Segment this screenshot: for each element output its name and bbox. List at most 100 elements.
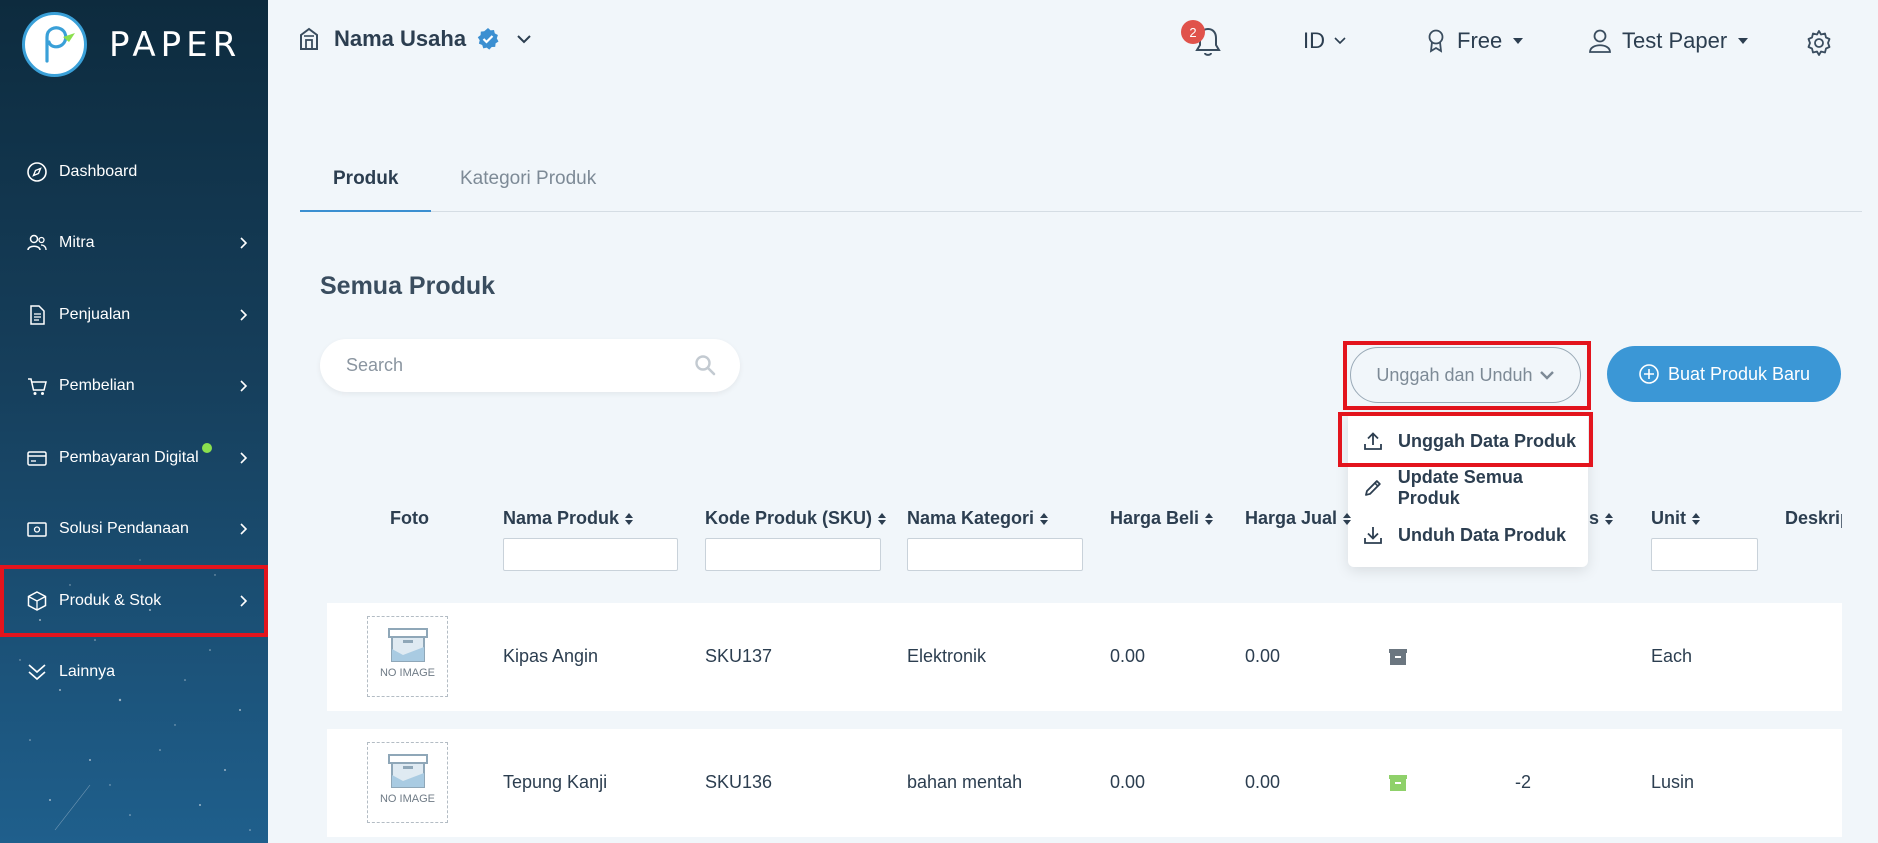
- sidebar-item-lainnya[interactable]: Lainnya: [0, 637, 268, 709]
- plus-circle-icon: [1639, 364, 1659, 384]
- no-image-placeholder: NO IMAGE: [367, 742, 448, 823]
- double-chevron-down-icon: [25, 660, 49, 684]
- top-header: Nama Usaha 2 ID Free Test Paper: [268, 0, 1878, 86]
- paper-logo-icon: [22, 12, 87, 77]
- column-header-harga-beli[interactable]: Harga Beli: [1110, 508, 1214, 529]
- filter-nama-produk[interactable]: [503, 538, 678, 571]
- cell-buy-price: 0.00: [1110, 646, 1146, 666]
- sidebar-item-dashboard[interactable]: Dashboard: [0, 136, 268, 208]
- cell-stock: -2: [1515, 772, 1532, 792]
- sidebar-item-pembayaran-digital[interactable]: Pembayaran Digital: [0, 422, 268, 494]
- create-product-label: Buat Produk Baru: [1667, 363, 1811, 384]
- column-header-nama-produk[interactable]: Nama Produk: [503, 508, 634, 529]
- sidebar-item-solusi-pendanaan[interactable]: Solusi Pendanaan: [0, 494, 268, 566]
- cart-icon: [25, 374, 49, 398]
- notification-button[interactable]: 2: [1181, 20, 1223, 63]
- sidebar-item-mitra[interactable]: Mitra: [0, 208, 268, 280]
- column-header-kode-produk[interactable]: Kode Produk (SKU): [705, 508, 887, 529]
- sort-icon: [1605, 512, 1614, 525]
- menu-item-download[interactable]: Unduh Data Produk: [1362, 520, 1566, 550]
- sort-icon: [878, 512, 887, 525]
- caret-down-icon: [1738, 38, 1749, 44]
- filter-nama-kategori[interactable]: [907, 538, 1083, 571]
- cell-category: bahan mentah: [907, 772, 1023, 792]
- sort-icon: [1692, 512, 1700, 525]
- column-header-nama-kategori[interactable]: Nama Kategori: [907, 508, 1049, 529]
- search-input[interactable]: [320, 339, 660, 392]
- sort-icon: [1343, 512, 1352, 525]
- store-icon: [300, 27, 318, 50]
- tab-kategori-produk[interactable]: Kategori Produk: [427, 148, 629, 212]
- compass-icon: [25, 160, 49, 184]
- sidebar-item-label: Solusi Pendanaan: [59, 520, 189, 538]
- user-menu[interactable]: Test Paper: [1588, 28, 1749, 54]
- user-icon: [1589, 29, 1611, 53]
- highlight-box: [1338, 412, 1593, 467]
- brand-logo[interactable]: PAPER: [22, 12, 241, 77]
- sidebar: PAPER Dashboard Mitra Penjualan Pembelia…: [0, 0, 268, 843]
- menu-item-label: Unduh Data Produk: [1398, 524, 1567, 545]
- search-icon[interactable]: [694, 354, 716, 376]
- column-header-harga-jual[interactable]: Harga Jual: [1245, 508, 1352, 529]
- filter-kode-produk[interactable]: [705, 538, 881, 571]
- plan-label: Free: [1457, 28, 1503, 53]
- cell-unit: Each: [1651, 646, 1693, 666]
- new-indicator-dot: [201, 442, 212, 453]
- sidebar-item-label: Pembayaran Digital: [59, 448, 199, 466]
- chevron-right-icon: [240, 523, 248, 535]
- document-icon: [25, 303, 49, 327]
- sort-icon: [1040, 512, 1049, 525]
- sidebar-item-label: Mitra: [59, 234, 95, 252]
- table-row[interactable]: NO IMAGE Kipas Angin SKU137 Elektronik 0…: [327, 603, 1842, 711]
- upload-download-button[interactable]: Unggah dan Unduh: [1350, 347, 1581, 403]
- award-icon: [1428, 29, 1444, 53]
- chevron-right-icon: [240, 452, 248, 464]
- language-selector[interactable]: ID: [1303, 28, 1347, 54]
- tab-produk[interactable]: Produk: [300, 148, 432, 212]
- box-icon: [25, 589, 49, 613]
- filter-unit[interactable]: [1651, 538, 1758, 571]
- download-icon: [1364, 527, 1382, 544]
- users-icon: [25, 231, 49, 255]
- gear-icon: [1807, 30, 1831, 56]
- page-title: Semua Produk: [320, 272, 496, 300]
- no-image-placeholder: NO IMAGE: [367, 616, 448, 697]
- chevron-right-icon: [240, 237, 248, 249]
- column-header-foto: Foto: [390, 508, 429, 528]
- column-header-deskripsi: Deskrip: [1785, 508, 1842, 528]
- cell-sku: SKU136: [705, 772, 773, 792]
- cell-sku: SKU137: [705, 646, 773, 666]
- cell-name: Kipas Angin: [503, 646, 599, 666]
- archive-icon: [1389, 649, 1407, 665]
- cell-buy-price: 0.00: [1110, 772, 1146, 792]
- box-image-icon: [387, 754, 428, 788]
- settings-button[interactable]: [1805, 29, 1833, 57]
- sidebar-item-label: Produk & Stok: [59, 591, 162, 609]
- column-header-stok[interactable]: s: [1589, 508, 1614, 529]
- column-header-unit[interactable]: Unit: [1651, 508, 1701, 529]
- create-product-button[interactable]: Buat Produk Baru: [1607, 346, 1841, 402]
- chevron-right-icon: [240, 309, 248, 321]
- credit-card-icon: [25, 446, 49, 470]
- menu-item-label: Update Semua Produk: [1397, 467, 1523, 508]
- menu-item-update-all[interactable]: Update Semua Produk: [1362, 467, 1588, 508]
- business-selector[interactable]: Nama Usaha: [298, 26, 532, 52]
- cell-unit: Lusin: [1651, 772, 1695, 792]
- sidebar-item-penjualan[interactable]: Penjualan: [0, 279, 268, 351]
- business-name: Nama Usaha: [334, 26, 467, 51]
- search-box: [320, 339, 740, 392]
- archive-icon: [1389, 775, 1407, 791]
- sidebar-item-label: Lainnya: [59, 663, 116, 681]
- sort-icon: [625, 512, 634, 525]
- chevron-down-icon: [1539, 371, 1554, 380]
- pencil-icon: [1365, 480, 1381, 496]
- sidebar-item-pembelian[interactable]: Pembelian: [0, 351, 268, 423]
- cell-name: Tepung Kanji: [503, 772, 608, 792]
- upload-download-label: Unggah dan Unduh: [1376, 364, 1533, 385]
- verified-badge-icon: [477, 28, 499, 50]
- plan-selector[interactable]: Free: [1425, 28, 1524, 54]
- sidebar-item-produk-stok[interactable]: Produk & Stok: [0, 565, 268, 637]
- sidebar-item-label: Penjualan: [59, 305, 131, 323]
- chevron-down-icon: [1334, 37, 1346, 45]
- table-row[interactable]: NO IMAGE Tepung Kanji SKU136 bahan menta…: [327, 729, 1842, 837]
